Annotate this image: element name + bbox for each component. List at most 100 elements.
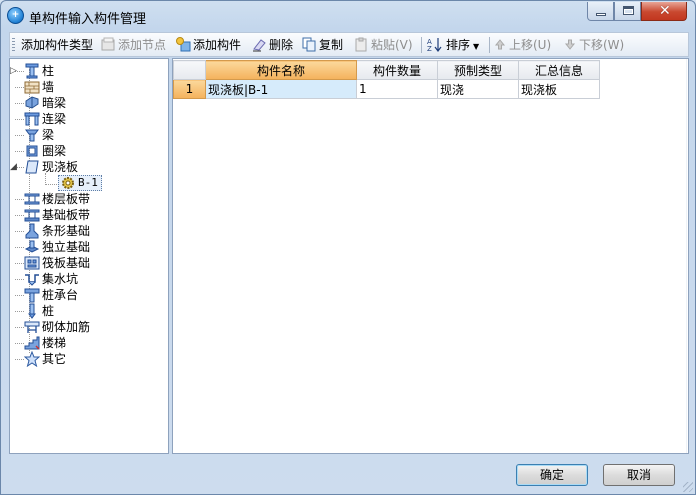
arrow-up-icon [494,37,507,52]
arrow-down-icon [564,37,577,52]
window-title: 单构件输入构件管理 [29,12,147,27]
tree-connector [15,215,24,216]
maximize-icon [623,6,634,15]
row-number[interactable]: 1 [173,79,206,99]
dialog-window: + 单构件输入构件管理 ✕ 添加构件类型 添加节点 添加构件 删除 复制 粘贴(… [0,0,696,495]
tree-item-label: 砌体加筋 [42,320,91,334]
eraser-icon [252,37,267,52]
column-header-prefab-type[interactable]: 预制类型 [437,60,519,80]
component-table: 构件名称 构件数量 预制类型 汇总信息 1 现浇板|B-1 1 现浇 现浇板 [173,60,600,99]
column-header-quantity[interactable]: 构件数量 [356,60,438,80]
tree-connector [15,247,24,248]
add-node-button[interactable]: 添加节点 [101,36,166,54]
app-icon: + [7,7,24,24]
foundation-band-icon [24,207,40,223]
tree-item-label: 其它 [42,352,67,366]
tree-item-label: 暗梁 [42,96,67,110]
sump-icon [24,271,40,287]
add-component-icon [176,37,191,52]
cell-component-name[interactable]: 现浇板|B-1 [205,79,357,99]
tree-connector [15,311,24,312]
copy-button[interactable]: 复制 [302,36,343,54]
grid-edge [686,59,687,453]
maximize-button[interactable] [614,2,641,21]
move-down-button[interactable]: 下移(W) [564,36,624,54]
add-component-button[interactable]: 添加构件 [176,36,241,54]
cell-summary[interactable]: 现浇板 [518,79,600,99]
sort-button[interactable]: AZ 排序 ▼ [427,36,479,54]
tree-connector [15,119,24,120]
expand-icon[interactable]: ▷ [10,63,17,79]
isolated-foundation-icon [24,239,40,255]
delete-button[interactable]: 删除 [252,36,293,54]
stair-icon [24,335,40,351]
tree-connector [15,199,24,200]
column-icon [24,63,40,79]
tree-item-label: 现浇板 [42,160,79,174]
tree-connector [15,231,24,232]
toolbar-separator [421,37,422,53]
paste-button[interactable]: 粘贴(V) [354,36,413,54]
add-component-label: 添加构件 [193,38,242,52]
column-header-summary[interactable]: 汇总信息 [518,60,600,80]
add-node-icon [101,37,116,52]
component-grid[interactable]: 构件名称 构件数量 预制类型 汇总信息 1 现浇板|B-1 1 现浇 现浇板 [172,58,689,454]
ring-beam-icon [24,143,40,159]
paste-label: 粘贴(V) [371,38,413,52]
tree-connector [15,135,24,136]
add-component-type-button[interactable]: 添加构件类型 [21,36,93,54]
cast-slab-icon [24,159,40,175]
row-number-header[interactable] [173,60,206,80]
tree-connector [15,151,24,152]
toolbar: 添加构件类型 添加节点 添加构件 删除 复制 粘贴(V) A Z 排序 ▼ 上移… [9,32,689,57]
title-bar[interactable]: + 单构件输入构件管理 ✕ [1,1,695,31]
resize-grip[interactable] [683,482,693,492]
table-header-row: 构件名称 构件数量 预制类型 汇总信息 [173,60,600,80]
masonry-rebar-icon [24,319,40,335]
copy-label: 复制 [319,38,344,52]
tree-item-label: 梁 [42,128,55,142]
hidden-beam-icon [24,95,40,111]
minimize-button[interactable] [587,2,614,21]
tree-item-label: 条形基础 [42,224,91,238]
tree-item-label: B-1 [78,176,98,189]
ok-button[interactable]: 确定 [516,464,588,486]
add-component-type-label: 添加构件类型 [21,38,94,52]
pile-cap-icon [24,287,40,303]
column-header-name[interactable]: 构件名称 [205,60,357,80]
close-button[interactable]: ✕ [641,2,687,21]
collapse-icon[interactable]: ◢ [10,159,17,175]
table-row[interactable]: 1 现浇板|B-1 1 现浇 现浇板 [173,79,600,99]
star-icon [23,350,41,368]
move-down-label: 下移(W) [579,38,625,52]
wall-icon [24,79,40,95]
tree-item-label: 连梁 [42,112,67,126]
tree-connector [15,359,24,360]
tree-connector [15,279,24,280]
cell-prefab-type[interactable]: 现浇 [437,79,519,99]
floor-band-icon [24,191,40,207]
toolbar-grip[interactable] [12,38,15,52]
toolbar-separator [489,37,490,53]
delete-label: 删除 [269,38,294,52]
coupling-beam-icon [24,111,40,127]
add-node-label: 添加节点 [118,38,167,52]
cell-quantity[interactable]: 1 [356,79,438,99]
tree-connector [15,327,24,328]
component-tree[interactable]: ▷ 柱墙暗梁 连梁梁圈梁 ◢ 现浇板 B-1 楼层板带 基础板带 条形基础 独立基础 筏板基础 集水坑… [9,58,169,454]
beam-icon [24,127,40,143]
tree-item-label: 集水坑 [42,272,79,286]
tree-item-label: 墙 [42,80,55,94]
tree-item-label: 筏板基础 [42,256,91,270]
move-up-button[interactable]: 上移(U) [494,36,551,54]
tree-item-label: 独立基础 [42,240,91,254]
tree-connector [15,295,24,296]
strip-foundation-icon [24,223,40,239]
chevron-down-icon: ▼ [473,42,480,51]
tree-connector [15,103,24,104]
tree-item-label: 柱 [42,64,55,78]
minimize-icon [596,13,606,16]
tree-item-label: 圈梁 [42,144,67,158]
cancel-button[interactable]: 取消 [603,464,675,486]
tree-connector [15,343,24,344]
